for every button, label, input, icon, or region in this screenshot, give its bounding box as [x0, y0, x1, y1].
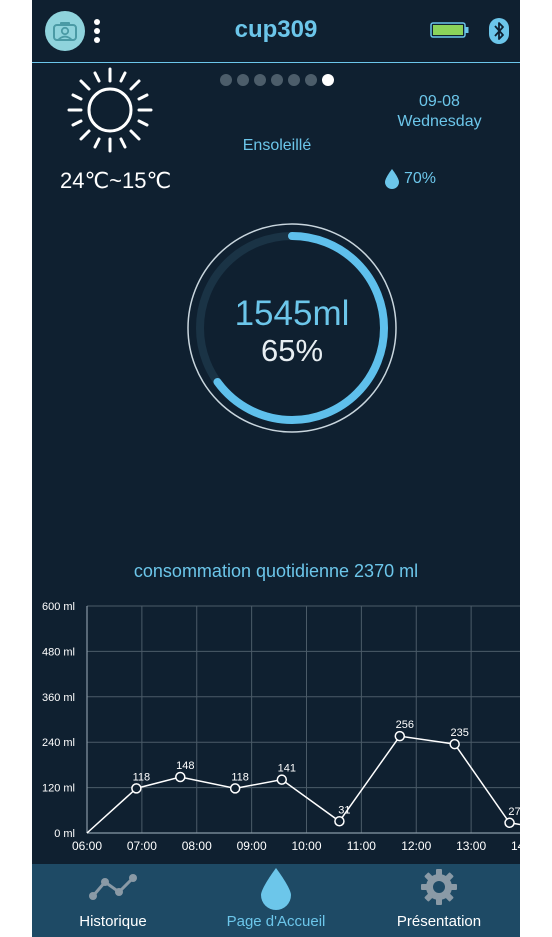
- intake-amount: 1545ml: [234, 294, 350, 333]
- app-screen: cup309 24℃~15℃ Ensoleillé 09-08 Wednesda…: [32, 0, 520, 937]
- data-label: 31: [338, 804, 350, 816]
- y-tick-label: 360 ml: [42, 692, 75, 704]
- page-dot[interactable]: [288, 74, 300, 86]
- humidity-drop-icon: [385, 169, 399, 189]
- page-dot[interactable]: [322, 74, 334, 86]
- x-tick-label: 11:00: [347, 839, 376, 853]
- nav-item-presentation[interactable]: Présentation: [358, 864, 520, 937]
- intake-percent: 65%: [260, 333, 324, 368]
- page-dot[interactable]: [305, 74, 317, 86]
- x-tick-label: 07:00: [127, 839, 157, 853]
- y-tick-label: 480 ml: [42, 646, 75, 658]
- data-point: [504, 817, 515, 829]
- date-display: 09-08 Wednesday: [377, 92, 502, 132]
- nav-item-accueil[interactable]: Page d'Accueil: [195, 864, 357, 937]
- page-dot[interactable]: [237, 74, 249, 86]
- series-line: [86, 735, 520, 834]
- nav-item-historique[interactable]: Historique: [32, 864, 194, 937]
- data-label: 118: [231, 771, 249, 783]
- history-chart-icon: [89, 874, 137, 900]
- page-dot[interactable]: [220, 74, 232, 86]
- gear-icon: [421, 869, 457, 905]
- x-tick-label: 13:00: [456, 839, 486, 853]
- x-tick-label: 12:00: [401, 839, 431, 853]
- data-point: [131, 783, 142, 794]
- temperature-range: 24℃~15℃: [60, 168, 172, 193]
- y-tick-label: 240 ml: [42, 737, 75, 749]
- x-tick-label: 08:00: [182, 839, 212, 853]
- hourly-intake-chart: 0 ml120 ml240 ml360 ml480 ml600 ml06:00 0…: [42, 601, 520, 853]
- data-point: [276, 774, 288, 785]
- page-dot[interactable]: [254, 74, 266, 86]
- nav-label-historique: Historique: [79, 913, 147, 930]
- x-tick-label: 09:00: [237, 839, 267, 853]
- nav-label-presentation: Présentation: [396, 913, 482, 930]
- page-indicator[interactable]: [220, 74, 334, 86]
- date-value: 09-08: [419, 93, 460, 110]
- data-point: [334, 816, 345, 827]
- water-drop-icon: [261, 868, 291, 910]
- data-label: 235: [450, 727, 468, 739]
- humidity: 70%: [384, 168, 436, 190]
- data-point: [449, 738, 460, 750]
- x-tick-label: 14:00: [511, 839, 520, 853]
- weekday-value: Wednesday: [397, 113, 482, 130]
- data-point: [175, 771, 186, 783]
- data-label: 27: [508, 806, 520, 818]
- weather-condition: Ensoleillé: [242, 137, 312, 154]
- data-point: [394, 730, 406, 742]
- y-tick-label: 120 ml: [42, 783, 75, 795]
- x-tick-label: 06:00: [72, 839, 102, 853]
- x-tick-label: 10:00: [291, 839, 321, 853]
- y-tick-label: 600 ml: [42, 601, 75, 613]
- daily-consumption: consommation quotidienne 2370 ml: [133, 561, 419, 581]
- sun-icon: [62, 62, 162, 162]
- data-label: 118: [133, 771, 151, 783]
- app-header: cup309: [32, 0, 520, 63]
- page-dot[interactable]: [271, 74, 283, 86]
- bottom-navigation: Historique Page d'Accueil Présentation: [32, 864, 520, 937]
- data-label: 256: [396, 719, 414, 731]
- data-label: 148: [176, 760, 194, 772]
- battery-icon: [430, 22, 469, 38]
- data-label: 141: [278, 763, 296, 775]
- data-point: [229, 783, 241, 794]
- humidity-value: 70%: [404, 170, 437, 187]
- bluetooth-icon[interactable]: [488, 17, 510, 45]
- nav-label-accueil: Page d'Accueil: [226, 913, 326, 930]
